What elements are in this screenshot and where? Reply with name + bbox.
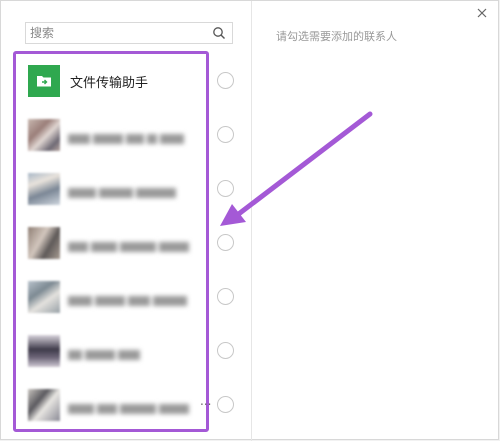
contact-name-blurred xyxy=(68,344,143,360)
avatar xyxy=(28,281,60,313)
search-input[interactable] xyxy=(28,23,212,43)
list-item[interactable]: ... xyxy=(16,378,256,432)
avatar xyxy=(28,389,60,421)
contact-name-blurred xyxy=(68,128,187,144)
close-icon[interactable] xyxy=(477,8,487,18)
select-radio[interactable] xyxy=(217,180,234,197)
search-box[interactable] xyxy=(25,22,233,44)
select-radio[interactable] xyxy=(217,342,234,359)
contact-name-blurred xyxy=(68,182,179,198)
contact-name-blurred xyxy=(68,290,190,306)
avatar xyxy=(28,335,60,367)
avatar xyxy=(28,227,60,259)
avatar xyxy=(28,65,60,97)
add-contacts-dialog: 文件传输助手 xyxy=(0,0,499,441)
contact-name-blurred xyxy=(68,236,192,252)
select-radio[interactable] xyxy=(217,288,234,305)
selected-contacts-pane: 请勾选需要添加的联系人 xyxy=(252,1,498,441)
file-transfer-icon xyxy=(37,76,51,87)
contact-picker-pane: 文件传输助手 xyxy=(1,1,251,441)
select-radio[interactable] xyxy=(217,72,234,89)
list-item[interactable] xyxy=(16,108,256,162)
list-item[interactable] xyxy=(16,162,256,216)
list-item[interactable]: 文件传输助手 xyxy=(16,54,256,108)
list-item[interactable] xyxy=(16,270,256,324)
avatar xyxy=(28,119,60,151)
select-radio[interactable] xyxy=(217,126,234,143)
name-ellipsis: ... xyxy=(200,394,212,408)
search-icon[interactable] xyxy=(212,26,226,40)
selection-hint: 请勾选需要添加的联系人 xyxy=(276,30,397,43)
list-item[interactable] xyxy=(16,216,256,270)
list-item[interactable] xyxy=(16,324,256,378)
select-radio[interactable] xyxy=(217,234,234,251)
avatar xyxy=(28,173,60,205)
contact-list: 文件传输助手 ... xyxy=(13,51,234,432)
contact-name-blurred xyxy=(68,398,192,414)
contact-name: 文件传输助手 xyxy=(70,76,149,91)
select-radio[interactable] xyxy=(217,396,234,413)
